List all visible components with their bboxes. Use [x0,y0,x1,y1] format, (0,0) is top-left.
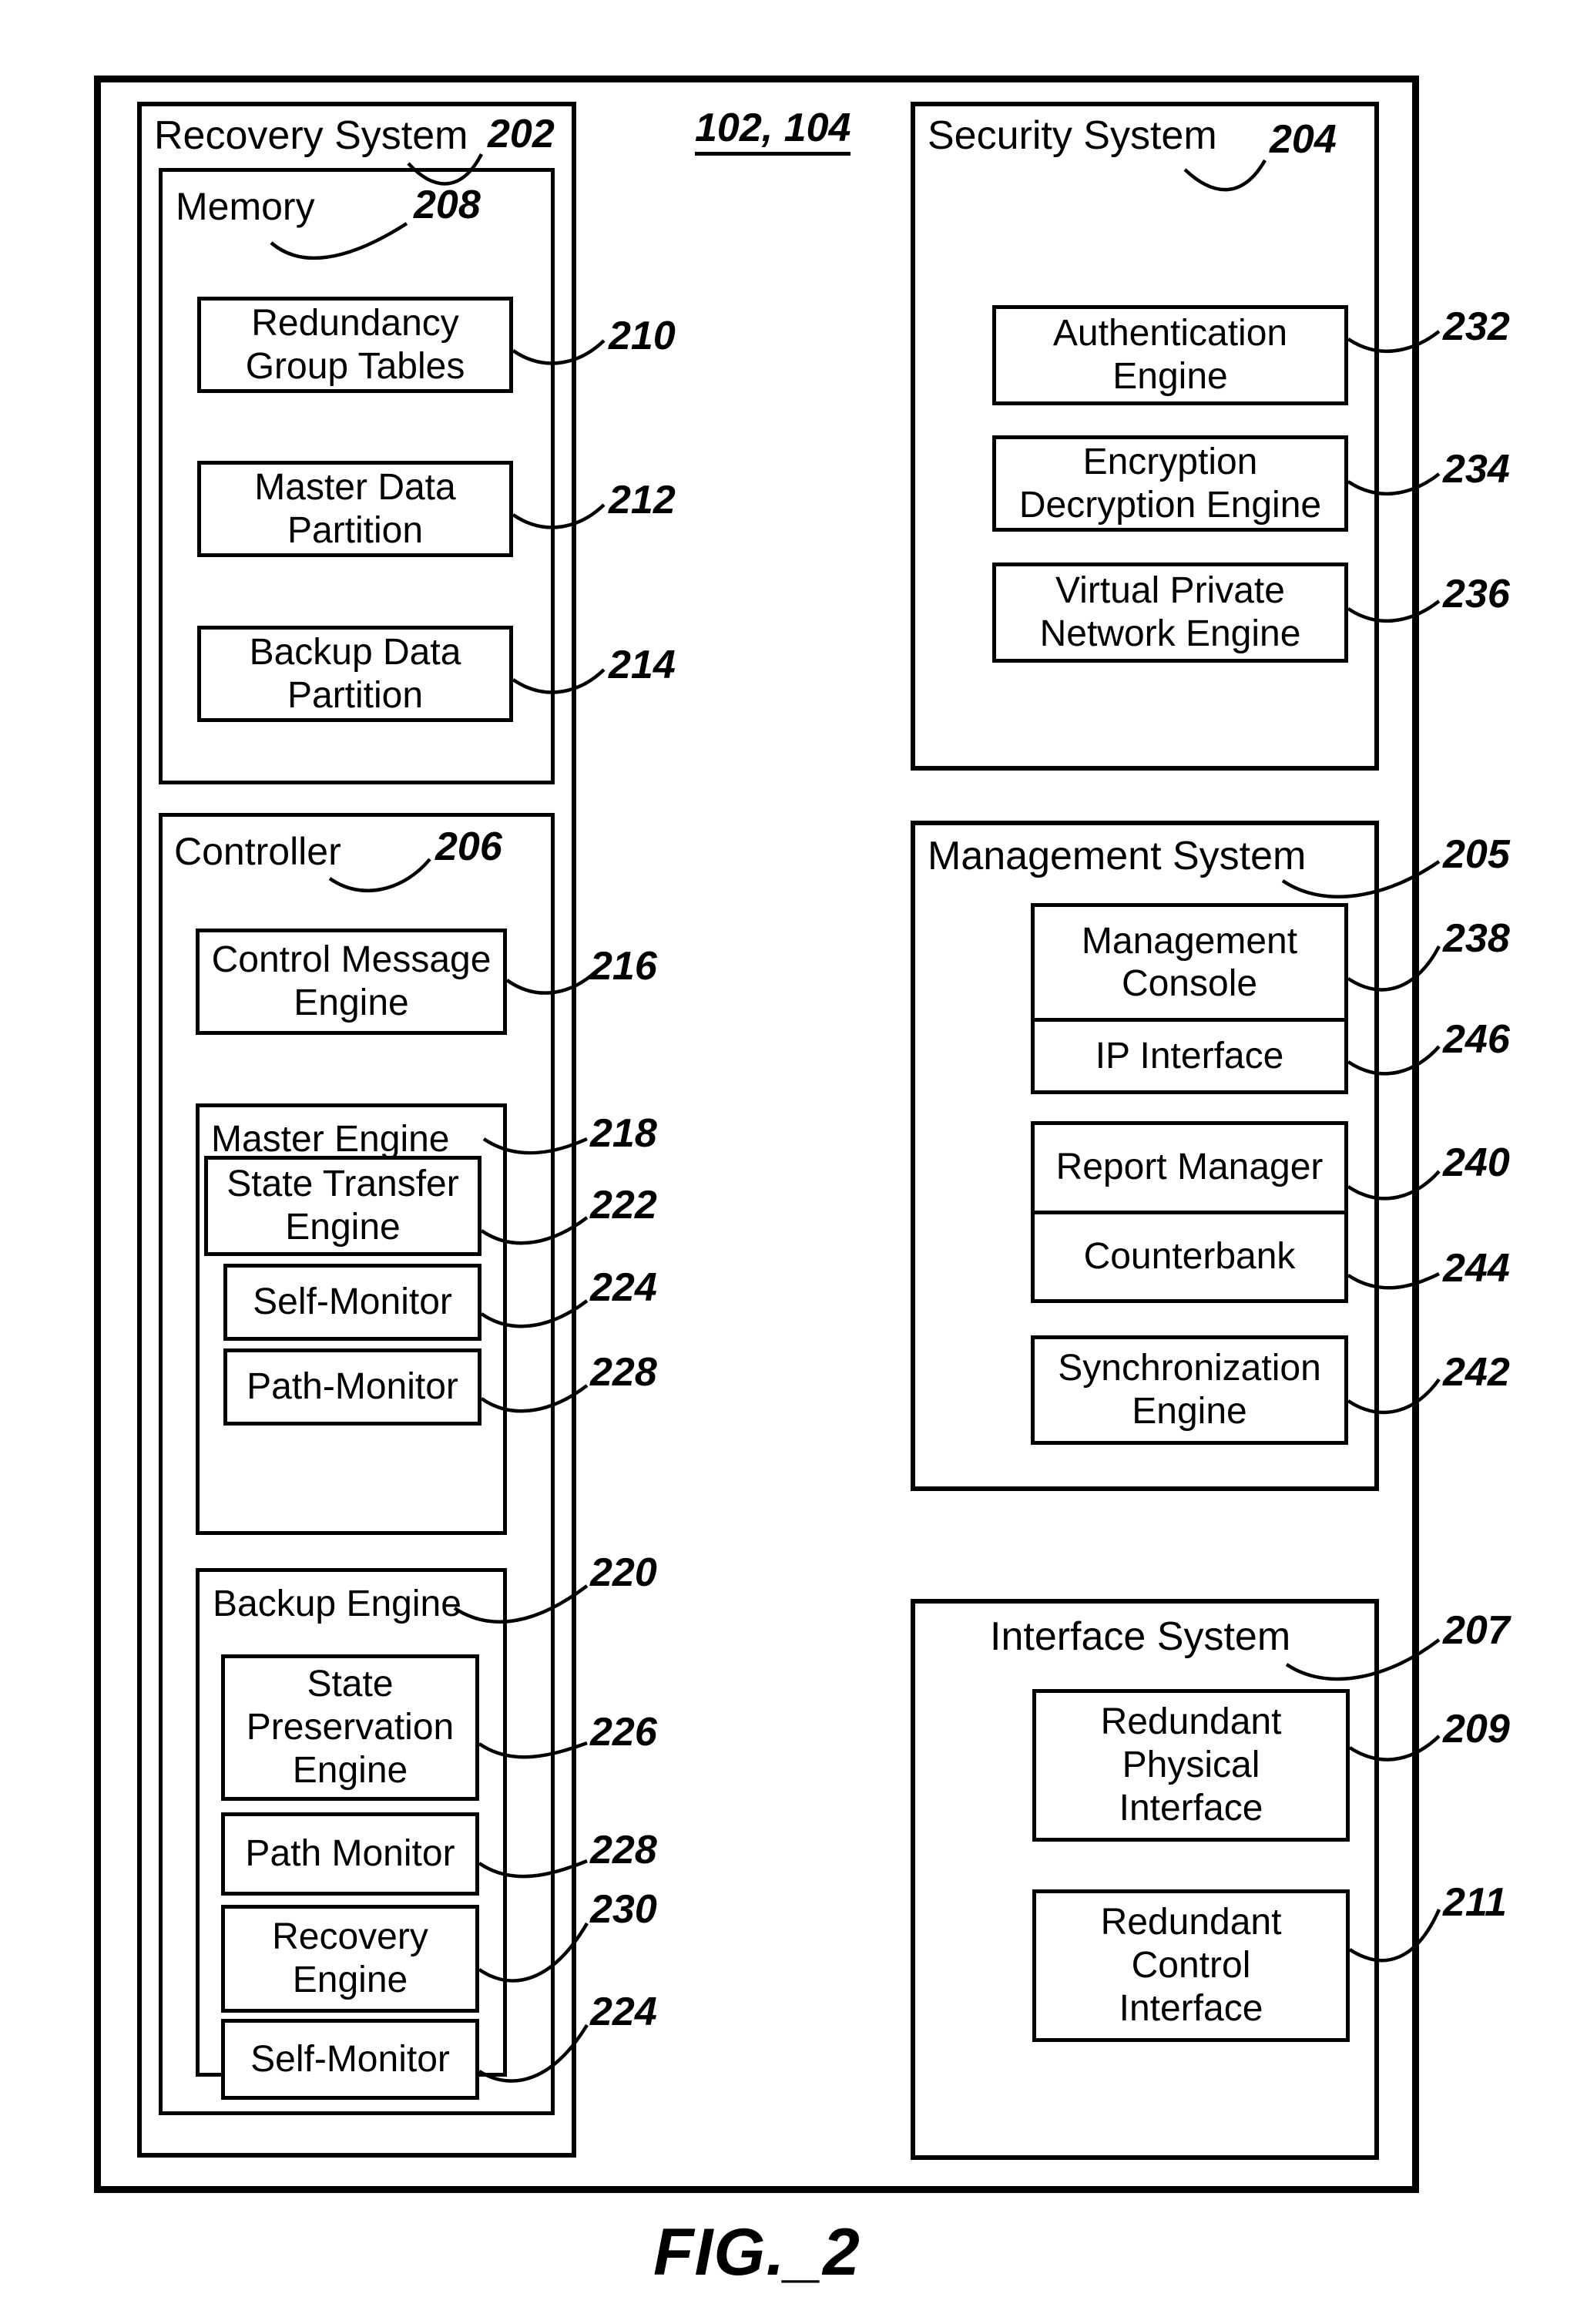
backup-data-partition-box: Backup Data Partition [197,626,513,722]
state-transfer-engine-label: State Transfer Engine [226,1164,459,1248]
patent-figure-page: 102, 104 Recovery System 202 Memory 208 … [0,0,1587,2324]
ip-interface-label: IP Interface [1095,1035,1284,1076]
state-preservation-engine-label: State Preservation Engine [246,1664,455,1791]
ref-242: 242 [1443,1350,1510,1395]
management-system-title: Management System [928,834,1307,878]
security-system-title: Security System [928,113,1217,158]
report-manager-label: Report Manager [1055,1147,1324,1188]
master-self-monitor-label: Self-Monitor [253,1281,452,1323]
ref-226: 226 [590,1710,657,1755]
control-message-engine-label: Control Message Engine [211,939,492,1023]
master-path-monitor-box: Path-Monitor [223,1348,481,1426]
ref-212: 212 [609,478,676,522]
master-data-partition-box: Master Data Partition [197,461,513,557]
vpn-engine-label: Virtual Private Network Engine [1039,570,1301,654]
memory-title: Memory [176,185,315,228]
synchronization-engine-label: Synchronization Engine [1058,1348,1321,1432]
vpn-engine-box: Virtual Private Network Engine [992,563,1348,663]
ref-218: 218 [590,1111,657,1156]
master-engine-title: Master Engine [211,1119,450,1160]
management-console-ip-interface-group: Management Console IP Interface [1031,903,1348,1094]
synchronization-engine-box: Synchronization Engine [1031,1335,1348,1445]
state-preservation-engine-box: State Preservation Engine [221,1654,479,1801]
ref-232: 232 [1443,304,1510,349]
recovery-engine-box: Recovery Engine [221,1905,479,2013]
ref-211: 211 [1443,1880,1507,1925]
ref-244: 244 [1443,1246,1510,1291]
recovery-engine-label: Recovery Engine [272,1916,428,2000]
master-path-monitor-label: Path-Monitor [247,1366,458,1408]
backup-path-monitor-label: Path Monitor [245,1833,455,1875]
interface-system-title: Interface System [990,1614,1291,1659]
redundant-physical-interface-box: Redundant Physical Interface [1032,1689,1350,1842]
ref-216: 216 [590,944,657,989]
ref-224-master: 224 [590,1265,657,1310]
ref-206: 206 [435,824,502,869]
ref-208: 208 [414,183,481,227]
ref-228-master: 228 [590,1350,657,1395]
redundancy-group-tables-label: Redundancy Group Tables [245,302,465,387]
encryption-decryption-engine-box: Encryption Decryption Engine [992,435,1348,532]
backup-engine-title: Backup Engine [213,1583,461,1624]
management-console-label: Management Console [1081,920,1298,1005]
ref-236: 236 [1443,572,1510,616]
backup-self-monitor-box: Self-Monitor [221,2019,479,2100]
interface-system-box [911,1599,1379,2160]
control-message-engine-box: Control Message Engine [196,929,507,1035]
ref-234: 234 [1443,447,1510,492]
ref-204: 204 [1270,117,1337,162]
report-manager-cell: Report Manager [1035,1125,1344,1211]
controller-title: Controller [174,830,341,873]
ref-222: 222 [590,1183,657,1227]
report-manager-counterbank-group: Report Manager Counterbank [1031,1121,1348,1303]
ref-238: 238 [1443,916,1510,961]
redundant-physical-interface-label: Redundant Physical Interface [1100,1701,1282,1829]
ref-202: 202 [488,112,555,156]
ref-220: 220 [590,1550,657,1595]
ref-228-backup: 228 [590,1828,657,1872]
authentication-engine-label: Authentication Engine [1052,313,1288,397]
ref-230: 230 [590,1887,657,1932]
authentication-engine-box: Authentication Engine [992,305,1348,405]
master-data-partition-label: Master Data Partition [254,466,456,551]
ip-interface-cell: IP Interface [1035,1018,1344,1090]
redundant-control-interface-box: Redundant Control Interface [1032,1889,1350,2042]
ref-209: 209 [1443,1707,1510,1751]
counterbank-cell: Counterbank [1035,1210,1344,1300]
ref-246: 246 [1443,1017,1510,1062]
backup-path-monitor-box: Path Monitor [221,1812,479,1896]
figure-caption: FIG._2 [653,2215,861,2289]
system-reference-label: 102, 104 [695,108,851,156]
backup-self-monitor-label: Self-Monitor [250,2038,450,2080]
master-self-monitor-box: Self-Monitor [223,1264,481,1341]
ref-207: 207 [1443,1608,1510,1653]
ref-210: 210 [609,314,676,358]
ref-240: 240 [1443,1140,1510,1185]
state-transfer-engine-box: State Transfer Engine [204,1156,481,1256]
management-console-cell: Management Console [1035,907,1344,1018]
ref-214: 214 [609,643,676,687]
counterbank-label: Counterbank [1083,1235,1296,1277]
ref-224-backup: 224 [590,1990,657,2034]
redundancy-group-tables-box: Redundancy Group Tables [197,297,513,393]
ref-205: 205 [1443,832,1510,877]
recovery-system-title: Recovery System [154,113,468,158]
encryption-decryption-engine-label: Encryption Decryption Engine [1018,441,1322,526]
backup-data-partition-label: Backup Data Partition [249,631,461,716]
redundant-control-interface-label: Redundant Control Interface [1100,1902,1282,2029]
